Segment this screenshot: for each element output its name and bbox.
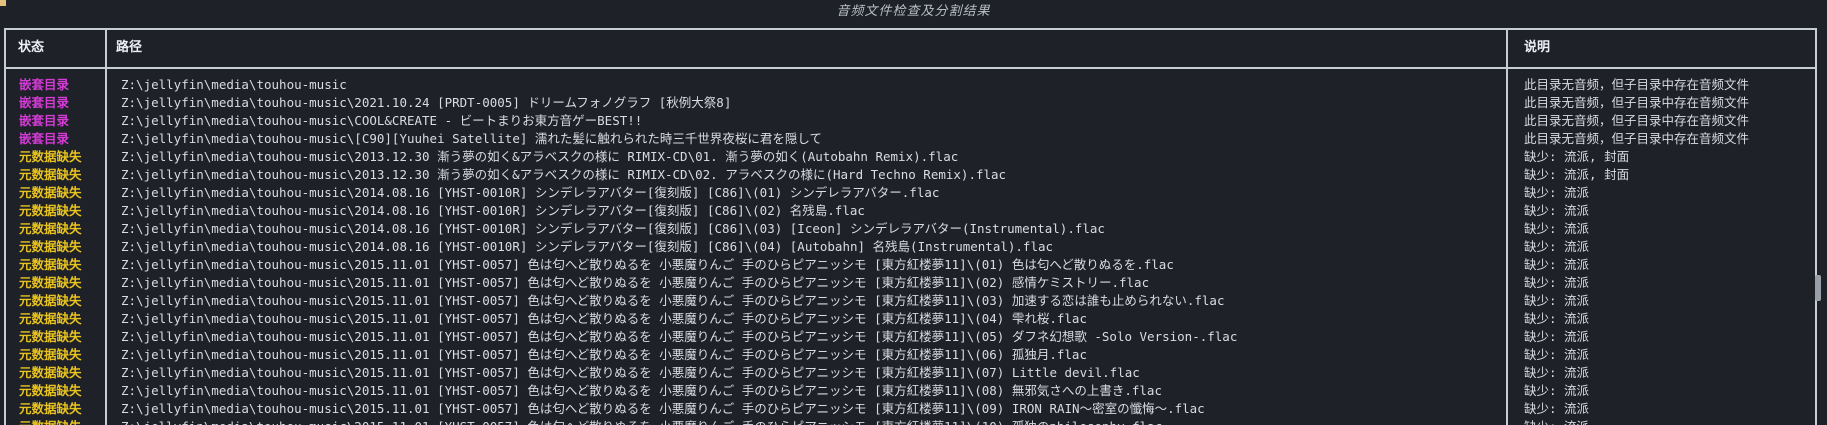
table-row[interactable]: 元数据缺失 Z:\jellyfin\media\touhou-music\2015…: [6, 418, 1815, 425]
table-row[interactable]: 元数据缺失 Z:\jellyfin\media\touhou-music\2014…: [6, 238, 1815, 256]
row-path: Z:\jellyfin\media\touhou-music\2015.11.0…: [121, 275, 1150, 290]
row-note: 缺少: 流派: [1524, 185, 1590, 200]
row-note: 缺少: 流派: [1524, 239, 1590, 254]
row-note: 此目录无音频，但子目录中存在音频文件: [1524, 77, 1750, 92]
table-header-row: 状态 路径 说明: [6, 30, 1815, 69]
row-path: Z:\jellyfin\media\touhou-music\COOL&CREA…: [121, 113, 643, 128]
table-row[interactable]: 元数据缺失 Z:\jellyfin\media\touhou-music\2015…: [6, 364, 1815, 382]
table-row[interactable]: 元数据缺失 Z:\jellyfin\media\touhou-music\2013…: [6, 148, 1815, 166]
row-status: 元数据缺失: [19, 257, 82, 272]
row-note: 缺少: 流派: [1524, 329, 1590, 344]
row-path: Z:\jellyfin\media\touhou-music\2015.11.0…: [121, 365, 1140, 380]
table-row[interactable]: 元数据缺失 Z:\jellyfin\media\touhou-music\2015…: [6, 382, 1815, 400]
row-path: Z:\jellyfin\media\touhou-music\2015.11.0…: [121, 401, 1205, 416]
window-title: 音频文件检查及分割结果: [836, 4, 991, 19]
row-status: 元数据缺失: [19, 293, 82, 308]
row-path: Z:\jellyfin\media\touhou-music\2014.08.1…: [121, 239, 1054, 254]
row-note: 缺少: 流派: [1524, 365, 1590, 380]
table-row[interactable]: 元数据缺失 Z:\jellyfin\media\touhou-music\2014…: [6, 220, 1815, 238]
table-row[interactable]: 嵌套目录 Z:\jellyfin\media\touhou-music\[C90]…: [6, 130, 1815, 148]
row-path: Z:\jellyfin\media\touhou-music\2021.10.2…: [121, 95, 732, 110]
table-row[interactable]: 元数据缺失 Z:\jellyfin\media\touhou-music\2013…: [6, 166, 1815, 184]
row-status: 元数据缺失: [19, 311, 82, 326]
row-status: 元数据缺失: [19, 221, 82, 236]
row-path: Z:\jellyfin\media\touhou-music\2014.08.1…: [121, 185, 940, 200]
table-row[interactable]: 元数据缺失 Z:\jellyfin\media\touhou-music\2015…: [6, 274, 1815, 292]
table-row[interactable]: 元数据缺失 Z:\jellyfin\media\touhou-music\2015…: [6, 328, 1815, 346]
row-status: 元数据缺失: [19, 329, 82, 344]
row-note: 此目录无音频，但子目录中存在音频文件: [1524, 95, 1750, 110]
table-row[interactable]: 元数据缺失 Z:\jellyfin\media\touhou-music\2015…: [6, 292, 1815, 310]
row-note: 缺少: 流派: [1524, 275, 1590, 290]
row-path: Z:\jellyfin\media\touhou-music\2015.11.0…: [121, 329, 1238, 344]
row-note: 缺少: 流派: [1524, 347, 1590, 362]
table-row[interactable]: 元数据缺失 Z:\jellyfin\media\touhou-music\2015…: [6, 346, 1815, 364]
row-note: 缺少: 流派, 封面: [1524, 149, 1630, 164]
header-note[interactable]: 说明: [1524, 30, 1550, 67]
table-row[interactable]: 嵌套目录 Z:\jellyfin\media\touhou-music\2021.…: [6, 94, 1815, 112]
row-path: Z:\jellyfin\media\touhou-music\2015.11.0…: [121, 347, 1087, 362]
row-note: 此目录无音频，但子目录中存在音频文件: [1524, 131, 1750, 146]
table-row[interactable]: 元数据缺失 Z:\jellyfin\media\touhou-music\2014…: [6, 202, 1815, 220]
row-note: 缺少: 流派: [1524, 311, 1590, 326]
row-path: Z:\jellyfin\media\touhou-music\2015.11.0…: [121, 293, 1225, 308]
row-path: Z:\jellyfin\media\touhou-music\2015.11.0…: [121, 418, 1501, 425]
row-path: Z:\jellyfin\media\touhou-music\2014.08.1…: [121, 221, 1105, 236]
row-status: 元数据缺失: [19, 383, 82, 398]
row-note: 缺少: 流派: [1524, 257, 1590, 272]
row-status: 嵌套目录: [19, 131, 70, 146]
row-status: 元数据缺失: [19, 167, 82, 182]
row-note: 缺少: 流派: [1524, 293, 1590, 308]
row-path: Z:\jellyfin\media\touhou-music\2013.12.3…: [121, 167, 1007, 182]
row-path: Z:\jellyfin\media\touhou-music\2015.11.0…: [121, 383, 1162, 398]
row-status: 嵌套目录: [19, 113, 70, 128]
row-path: Z:\jellyfin\media\touhou-music\2013.12.3…: [121, 149, 959, 164]
app-corner-icon: [0, 0, 6, 6]
row-note: 此目录无音频，但子目录中存在音频文件: [1524, 113, 1750, 128]
header-status[interactable]: 状态: [18, 30, 44, 67]
row-status: 元数据缺失: [19, 275, 82, 290]
header-path[interactable]: 路径: [116, 30, 142, 67]
row-status: 元数据缺失: [19, 203, 82, 218]
row-status: 元数据缺失: [19, 185, 82, 200]
table-row[interactable]: 嵌套目录 Z:\jellyfin\media\touhou-music\COOL&…: [6, 112, 1815, 130]
row-note: 缺少: 流派: [1524, 383, 1590, 398]
row-status: 嵌套目录: [19, 95, 70, 110]
row-note: 缺少: 流派: [1524, 401, 1590, 416]
row-path: Z:\jellyfin\media\touhou-music: [121, 77, 347, 92]
row-path: Z:\jellyfin\media\touhou-music\2014.08.1…: [121, 203, 865, 218]
table-row[interactable]: 元数据缺失 Z:\jellyfin\media\touhou-music\2014…: [6, 184, 1815, 202]
row-path: Z:\jellyfin\media\touhou-music\2015.11.0…: [121, 257, 1174, 272]
row-status: 嵌套目录: [19, 77, 70, 92]
row-status: 元数据缺失: [19, 347, 82, 362]
row-note: 缺少: 流派: [1524, 221, 1590, 236]
row-status: 元数据缺失: [19, 365, 82, 380]
results-table: 状态 路径 说明 嵌套目录 Z:\jellyfin\media\touhou-mu…: [4, 28, 1817, 425]
row-status: 元数据缺失: [19, 418, 82, 425]
vertical-scrollbar-thumb[interactable]: [1815, 275, 1821, 301]
row-note: 缺少: 流派: [1524, 203, 1590, 218]
table-row[interactable]: 元数据缺失 Z:\jellyfin\media\touhou-music\2015…: [6, 310, 1815, 328]
row-note: 缺少: 流派: [1524, 418, 1806, 425]
table-row[interactable]: 元数据缺失 Z:\jellyfin\media\touhou-music\2015…: [6, 256, 1815, 274]
row-status: 元数据缺失: [19, 149, 82, 164]
row-status: 元数据缺失: [19, 239, 82, 254]
row-path: Z:\jellyfin\media\touhou-music\2015.11.0…: [121, 311, 1087, 326]
row-path: Z:\jellyfin\media\touhou-music\[C90][Yuu…: [121, 131, 823, 146]
table-row[interactable]: 元数据缺失 Z:\jellyfin\media\touhou-music\2015…: [6, 400, 1815, 418]
row-status: 元数据缺失: [19, 401, 82, 416]
table-row[interactable]: 嵌套目录 Z:\jellyfin\media\touhou-music 此目录无音频…: [6, 76, 1815, 94]
row-note: 缺少: 流派, 封面: [1524, 167, 1630, 182]
